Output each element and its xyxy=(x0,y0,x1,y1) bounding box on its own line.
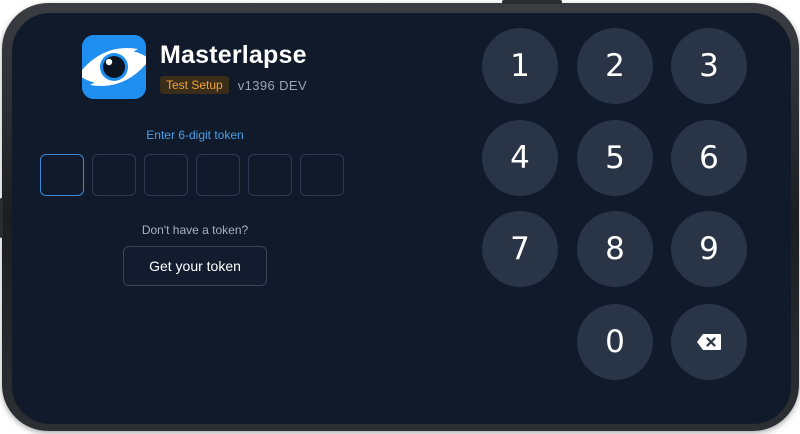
eye-logo-icon xyxy=(82,35,146,99)
token-digit-3[interactable] xyxy=(144,154,188,196)
backspace-icon xyxy=(696,333,722,351)
backspace-button[interactable] xyxy=(671,304,747,380)
keypad-key-6[interactable]: 6 xyxy=(671,120,747,196)
token-digit-5[interactable] xyxy=(248,154,292,196)
keypad-key-4[interactable]: 4 xyxy=(482,120,558,196)
token-digit-1[interactable] xyxy=(40,154,84,196)
no-token-text: Don't have a token? xyxy=(141,223,249,237)
phone-frame: Masterlapse Test Setup v1396 DEV Enter 6… xyxy=(0,0,799,431)
token-input-group xyxy=(40,154,344,196)
version-label: v1396 DEV xyxy=(238,78,307,93)
app-title: Masterlapse xyxy=(160,41,307,69)
keypad-key-3[interactable]: 3 xyxy=(671,28,747,104)
app-screen: Masterlapse Test Setup v1396 DEV Enter 6… xyxy=(12,13,791,424)
app-title-block: Masterlapse Test Setup v1396 DEV xyxy=(160,40,307,94)
token-digit-4[interactable] xyxy=(196,154,240,196)
app-header: Masterlapse Test Setup v1396 DEV xyxy=(82,35,307,99)
version-number: v1396 xyxy=(237,77,276,93)
keypad-key-5[interactable]: 5 xyxy=(577,120,653,196)
keypad-key-7[interactable]: 7 xyxy=(482,211,558,287)
keypad-key-2[interactable]: 2 xyxy=(577,28,653,104)
app-meta-row: Test Setup v1396 DEV xyxy=(160,76,307,94)
keypad-key-9[interactable]: 9 xyxy=(671,211,747,287)
keypad-key-0[interactable]: 0 xyxy=(577,304,653,380)
env-badge: Test Setup xyxy=(160,76,229,94)
volume-button xyxy=(0,198,3,238)
keypad-key-1[interactable]: 1 xyxy=(482,28,558,104)
token-digit-2[interactable] xyxy=(92,154,136,196)
power-button xyxy=(502,0,562,4)
token-digit-6[interactable] xyxy=(300,154,344,196)
token-label: Enter 6-digit token xyxy=(146,128,244,142)
build-label: DEV xyxy=(279,77,308,93)
keypad-key-8[interactable]: 8 xyxy=(577,211,653,287)
get-token-button[interactable]: Get your token xyxy=(123,246,267,286)
